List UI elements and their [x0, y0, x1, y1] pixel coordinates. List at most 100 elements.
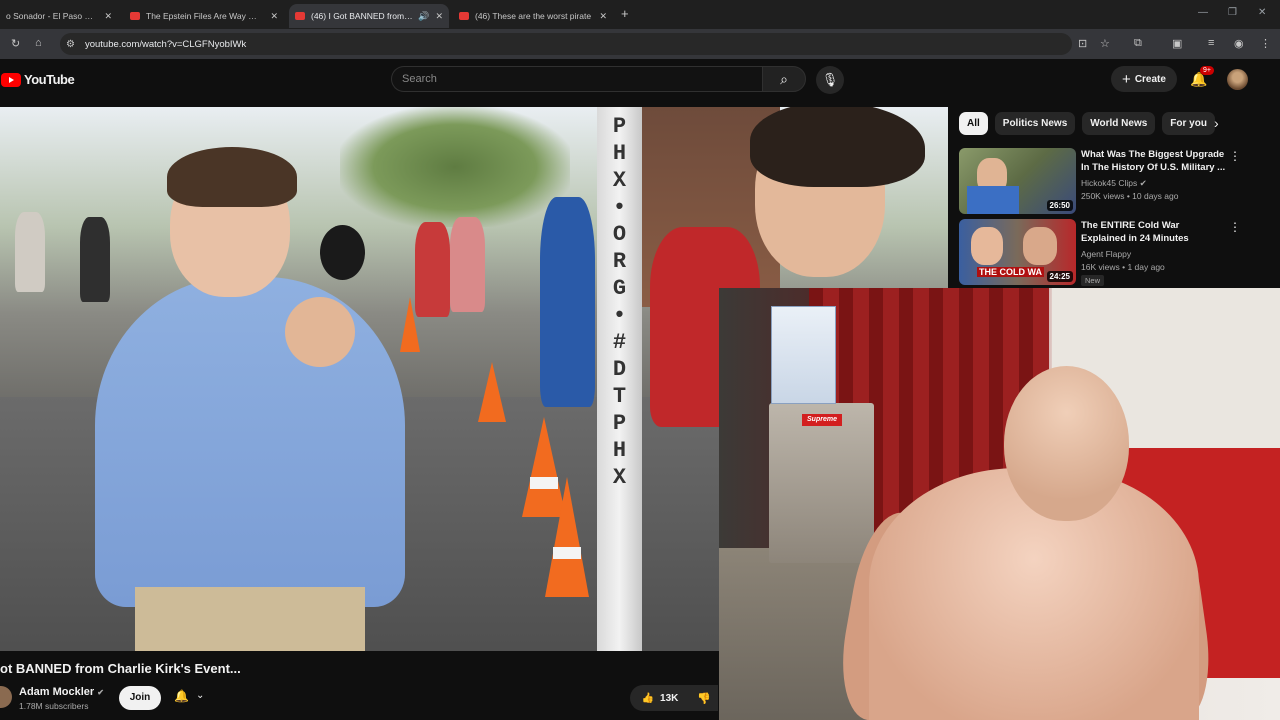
create-button[interactable]: + Create: [1111, 66, 1177, 92]
browser-tab-bar: o Sonador - El Paso Del Gr ✕ The Epstein…: [0, 0, 1280, 29]
post-letter: P: [612, 114, 627, 139]
channel-name-main[interactable]: Adam Mockler ✔: [19, 686, 104, 698]
search-icon: ⌕: [780, 70, 788, 87]
thumb-figure-shirt: [967, 186, 1019, 214]
recommended-video[interactable]: 26:50 What Was The Biggest Upgrade In Th…: [959, 148, 1279, 216]
new-tab-icon[interactable]: +: [621, 6, 629, 21]
interviewer-pants: [135, 587, 365, 651]
channel-avatar[interactable]: [0, 686, 12, 708]
join-button[interactable]: Join: [119, 686, 161, 710]
webcam-overlay: Supreme: [719, 288, 1280, 720]
more-options-icon[interactable]: ⋮: [1229, 220, 1241, 234]
like-count: 13K: [660, 692, 679, 704]
youtube-logo[interactable]: YouTube: [1, 72, 75, 87]
post-letter: D: [612, 357, 627, 382]
verified-icon: ✔: [97, 688, 104, 697]
chip-all[interactable]: All: [959, 112, 988, 135]
video-thumbnail[interactable]: THE COLD WA 24:25: [959, 219, 1076, 285]
browser-tab-active[interactable]: (46) I Got BANNED from Ch 🔊 ✕: [289, 4, 449, 28]
bookmark-star-icon[interactable]: ☆: [1100, 37, 1110, 50]
bystander-hair: [750, 107, 925, 187]
microphone-icon: 🎙: [821, 72, 839, 87]
video-scene-person: [15, 212, 45, 292]
channel-name-text: Adam Mockler: [19, 686, 95, 698]
browser-tab[interactable]: (46) These are the worst pirate ✕: [453, 4, 613, 28]
post-letter: •: [612, 195, 627, 220]
account-avatar[interactable]: [1227, 69, 1248, 90]
video-duration: 26:50: [1046, 200, 1073, 211]
video-title[interactable]: The ENTIRE Cold War Explained in 24 Minu…: [1081, 220, 1226, 245]
tab-title: o Sonador - El Paso Del Gr: [6, 11, 98, 21]
interviewer-shirt: [95, 277, 405, 607]
reload-icon[interactable]: ↻: [11, 37, 20, 50]
media-control-icon[interactable]: ≡: [1208, 37, 1214, 49]
close-icon[interactable]: ✕: [104, 11, 112, 22]
youtube-play-icon: [1, 72, 21, 87]
close-icon[interactable]: ✕: [270, 11, 278, 22]
chip-world-news[interactable]: World News: [1082, 112, 1156, 135]
search-input[interactable]: Search: [391, 66, 762, 92]
url-field[interactable]: ⚙ youtube.com/watch?v=CLGFNyobIWk: [60, 33, 1072, 55]
logo-text: YouTube: [24, 72, 75, 87]
webcam-box: [771, 306, 836, 404]
video-scene-person: [540, 197, 595, 407]
webcam-mini-fridge: [769, 403, 874, 563]
video-meta: 16K views • 1 day ago: [1081, 262, 1165, 272]
video-title-main: ot BANNED from Charlie Kirk's Event...: [0, 661, 241, 676]
search-button[interactable]: ⌕: [762, 66, 806, 92]
site-info-icon[interactable]: ⚙: [66, 39, 75, 50]
sidepanel-icon[interactable]: ▣: [1172, 37, 1182, 50]
youtube-header: YouTube Search ⌕ 🎙 + Create 🔔 9+: [0, 59, 1280, 105]
browser-tab[interactable]: o Sonador - El Paso Del Gr ✕: [0, 4, 118, 28]
video-thumbnail[interactable]: 26:50: [959, 148, 1076, 214]
like-button[interactable]: 👍 13K: [630, 685, 690, 711]
webcam-sticker: Supreme: [802, 414, 842, 426]
home-icon[interactable]: ⌂: [35, 37, 42, 49]
recommended-video[interactable]: THE COLD WA 24:25 The ENTIRE Cold War Ex…: [959, 219, 1279, 287]
extensions-icon[interactable]: ⧉: [1134, 37, 1142, 50]
thumbs-up-icon: 👍: [641, 692, 655, 704]
post-letter: G: [612, 276, 627, 301]
microphone: [320, 225, 365, 280]
channel-name[interactable]: Agent Flappy: [1081, 249, 1131, 259]
create-label: Create: [1134, 73, 1166, 85]
maximize-icon[interactable]: ❐: [1228, 7, 1237, 18]
profile-icon[interactable]: ◉: [1234, 37, 1244, 50]
chip-for-you[interactable]: For you: [1162, 112, 1215, 135]
plus-icon: +: [1122, 70, 1131, 88]
close-icon[interactable]: ✕: [435, 11, 443, 22]
cone-stripe: [553, 547, 581, 559]
speaker-icon[interactable]: 🔊: [418, 11, 429, 22]
dislike-button[interactable]: 👎: [690, 685, 718, 711]
chevron-down-icon[interactable]: ⌄: [196, 690, 204, 701]
install-icon[interactable]: ⊡: [1078, 37, 1087, 50]
window-close-icon[interactable]: ✕: [1258, 7, 1266, 18]
youtube-favicon-icon: [459, 12, 469, 20]
notification-badge: 9+: [1200, 66, 1214, 75]
more-options-icon[interactable]: ⋮: [1229, 149, 1241, 163]
channel-name[interactable]: Hickok45 Clips ✔: [1081, 178, 1147, 189]
post-letter: H: [612, 438, 627, 463]
post-letter: X: [612, 168, 627, 193]
thumbnail-caption: THE COLD WA: [977, 267, 1044, 277]
chip-politics-news[interactable]: Politics News: [994, 112, 1076, 135]
close-icon[interactable]: ✕: [599, 11, 607, 22]
channel-name-text: Hickok45 Clips: [1081, 178, 1138, 188]
menu-kebab-icon[interactable]: ⋮: [1260, 37, 1271, 50]
traffic-cone: [478, 362, 506, 422]
interviewer-hand: [285, 297, 355, 367]
post-letter: O: [612, 222, 627, 247]
minimize-icon[interactable]: —: [1198, 7, 1208, 18]
subscribe-bell-icon[interactable]: 🔔: [174, 689, 189, 703]
voice-search-button[interactable]: 🎙: [816, 66, 844, 94]
browser-tab[interactable]: The Epstein Files Are Way Worse ✕: [124, 4, 284, 28]
verified-icon: ✔: [1139, 178, 1147, 188]
filter-chips: All Politics News World News For you: [959, 112, 1215, 136]
new-badge: New: [1081, 275, 1105, 286]
video-title[interactable]: What Was The Biggest Upgrade In The Hist…: [1081, 149, 1226, 174]
webcam-person-head: [1004, 366, 1129, 521]
chevron-right-icon[interactable]: ›: [1214, 115, 1219, 131]
thumbs-down-icon: 👎: [697, 692, 711, 705]
tab-title: The Epstein Files Are Way Worse: [146, 11, 265, 21]
subscriber-count: 1.78M subscribers: [19, 701, 89, 711]
